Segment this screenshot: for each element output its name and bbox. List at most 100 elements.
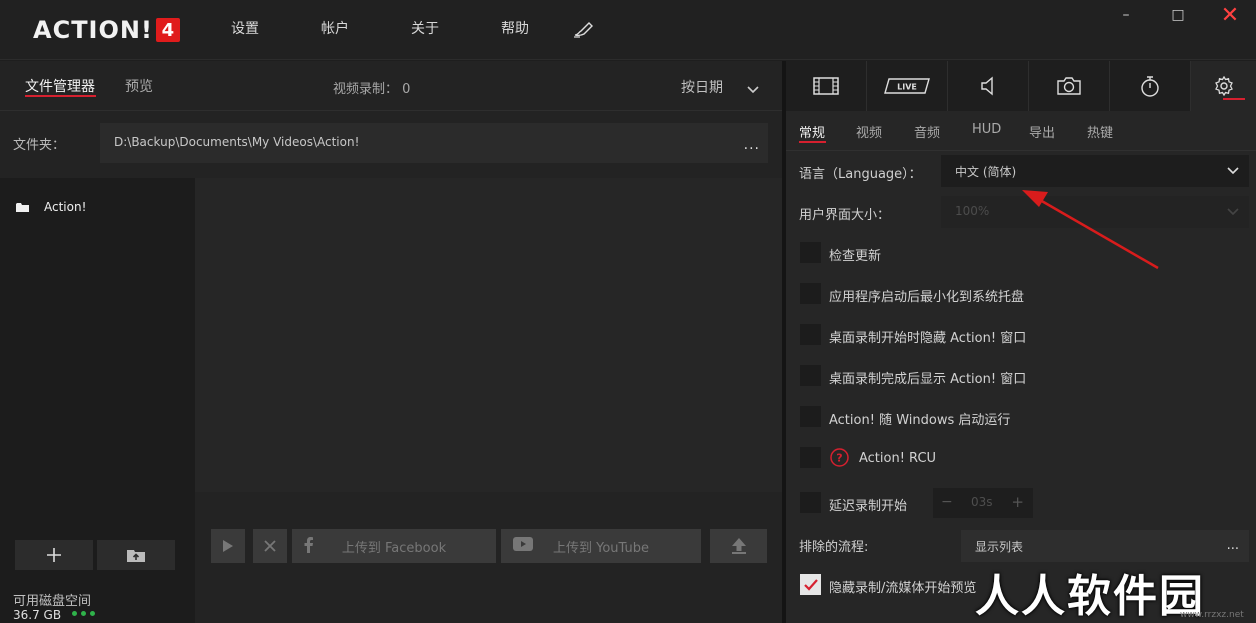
plus-icon xyxy=(47,548,61,562)
run-on-startup-checkbox[interactable] xyxy=(800,406,821,427)
hide-preview-checkbox[interactable] xyxy=(800,574,821,595)
mode-timer[interactable] xyxy=(1110,61,1191,111)
mode-video-recording[interactable] xyxy=(786,61,867,111)
browse-processes-button[interactable]: ... xyxy=(1227,538,1239,553)
delay-value: 03s xyxy=(971,495,993,509)
hide-on-record-label: 桌面录制开始时隐藏 Action! 窗口 xyxy=(829,331,1027,346)
nav-about[interactable]: 关于 xyxy=(411,0,439,60)
upload-button[interactable] xyxy=(710,529,767,563)
folder-icon xyxy=(16,202,29,212)
active-tab-indicator xyxy=(25,95,96,97)
upload-youtube-button[interactable]: 上传到 YouTube xyxy=(501,529,701,563)
excluded-processes-value: 显示列表 xyxy=(975,540,1024,554)
logo-badge: 4 xyxy=(155,18,180,42)
folder-label: 文件夹： xyxy=(13,138,66,153)
tab-file-manager[interactable]: 文件管理器 xyxy=(25,76,95,96)
upload-facebook-label: 上传到 Facebook xyxy=(341,540,447,556)
check-updates-checkbox[interactable] xyxy=(800,242,821,263)
language-select[interactable]: 中文 (简体) xyxy=(941,155,1249,187)
increment-button[interactable]: + xyxy=(1011,493,1024,511)
active-tab-indicator xyxy=(799,141,826,143)
ui-size-select[interactable]: 100% xyxy=(941,196,1249,228)
camera-icon xyxy=(1057,77,1081,95)
checkmark-icon xyxy=(803,578,818,591)
delete-button[interactable] xyxy=(253,529,287,563)
folder-row: 文件夹： D:\Backup\Documents\My Videos\Actio… xyxy=(0,112,782,176)
tab-export[interactable]: 导出 xyxy=(1029,122,1055,141)
play-button[interactable] xyxy=(211,529,245,563)
file-action-bar: 上传到 Facebook 上传到 YouTube xyxy=(195,492,782,563)
disk-space-label: 可用磁盘空间 xyxy=(13,594,92,609)
tab-general[interactable]: 常规 xyxy=(799,122,825,141)
decrement-button[interactable]: − xyxy=(941,494,953,510)
close-button[interactable]: ✕ xyxy=(1204,0,1256,30)
upload-facebook-button[interactable]: 上传到 Facebook xyxy=(292,529,496,563)
help-icon[interactable]: ? xyxy=(830,448,849,471)
add-button[interactable] xyxy=(15,540,93,570)
tab-hud[interactable]: HUD xyxy=(972,122,1001,137)
show-after-record-label: 桌面录制完成后显示 Action! 窗口 xyxy=(829,372,1027,387)
folder-path-field[interactable]: D:\Backup\Documents\My Videos\Action! ..… xyxy=(100,123,768,163)
folder-upload-icon xyxy=(127,550,145,562)
pen-icon[interactable] xyxy=(572,19,596,39)
hide-on-record-checkbox[interactable] xyxy=(800,324,821,345)
tree-item-label: Action! xyxy=(44,200,87,214)
language-label: 语言（Language）： xyxy=(799,167,922,182)
rcu-checkbox[interactable] xyxy=(800,447,821,468)
rcu-label: Action! RCU xyxy=(859,451,937,466)
live-icon: LIVE xyxy=(884,78,930,94)
film-icon xyxy=(813,77,839,95)
watermark-text: 人人软件园 xyxy=(975,571,1205,622)
sort-select[interactable]: 按日期 xyxy=(681,77,723,97)
left-tab-bar: 文件管理器 预览 视频录制： 0 按日期 xyxy=(0,61,782,111)
browse-folder-button[interactable]: ... xyxy=(744,137,760,153)
chevron-down-icon[interactable] xyxy=(747,83,759,98)
app-logo: ACTION! 4 xyxy=(33,16,180,44)
facebook-icon xyxy=(304,537,313,553)
speaker-icon xyxy=(981,76,993,96)
mode-settings[interactable] xyxy=(1191,61,1256,111)
tab-hotkeys[interactable]: 热键 xyxy=(1087,122,1113,141)
mode-screenshot[interactable] xyxy=(1029,61,1110,111)
play-icon xyxy=(223,540,233,552)
new-folder-button[interactable] xyxy=(97,540,175,570)
nav-account[interactable]: 帐户 xyxy=(321,0,349,60)
excluded-processes-field[interactable]: 显示列表 ... xyxy=(961,530,1249,562)
folder-tree: Action! 可用磁盘空间 36.7 GB xyxy=(0,178,195,623)
minimize-to-tray-label: 应用程序启动后最小化到系统托盘 xyxy=(829,290,1025,305)
tab-audio[interactable]: 音频 xyxy=(914,122,940,141)
excluded-processes-label: 排除的流程: xyxy=(799,540,869,555)
svg-text:?: ? xyxy=(836,452,842,465)
chevron-down-icon xyxy=(1227,208,1239,216)
chevron-down-icon xyxy=(1227,167,1239,175)
mode-bar: LIVE xyxy=(786,61,1256,111)
tab-video[interactable]: 视频 xyxy=(856,122,882,141)
mode-live-streaming[interactable]: LIVE xyxy=(867,61,948,111)
timer-icon xyxy=(1141,76,1159,97)
active-mode-indicator xyxy=(1223,98,1245,100)
minimize-to-tray-checkbox[interactable] xyxy=(800,283,821,304)
delay-start-checkbox[interactable] xyxy=(800,492,821,513)
top-bar: ACTION! 4 设置 帐户 关于 帮助 – □ ✕ xyxy=(0,0,1256,60)
live-label: LIVE xyxy=(897,83,917,92)
delay-start-label: 延迟录制开始 xyxy=(829,499,908,514)
run-on-startup-label: Action! 随 Windows 启动运行 xyxy=(829,413,1011,428)
gear-icon xyxy=(1214,76,1233,96)
minimize-button[interactable]: – xyxy=(1100,0,1152,30)
tab-preview[interactable]: 预览 xyxy=(125,76,153,96)
nav-help[interactable]: 帮助 xyxy=(501,0,529,60)
show-after-record-checkbox[interactable] xyxy=(800,365,821,386)
nav-settings[interactable]: 设置 xyxy=(231,0,259,60)
tree-item[interactable]: Action! xyxy=(16,200,86,214)
upload-youtube-label: 上传到 YouTube xyxy=(553,540,649,556)
disk-space-value: 36.7 GB xyxy=(13,608,62,622)
folder-path: D:\Backup\Documents\My Videos\Action! xyxy=(114,135,360,149)
settings-panel: LIVE 常规 视频 音频 HUD 导出 热键 语言（Language）： 中文… xyxy=(786,61,1256,623)
ui-size-label: 用户界面大小： xyxy=(799,208,891,223)
maximize-button[interactable]: □ xyxy=(1152,0,1204,30)
recording-count: 视频录制： 0 xyxy=(333,82,411,97)
language-value: 中文 (简体) xyxy=(955,165,1017,179)
upload-icon xyxy=(731,538,746,554)
delay-stepper[interactable]: − 03s + xyxy=(933,488,1033,518)
mode-audio[interactable] xyxy=(948,61,1029,111)
